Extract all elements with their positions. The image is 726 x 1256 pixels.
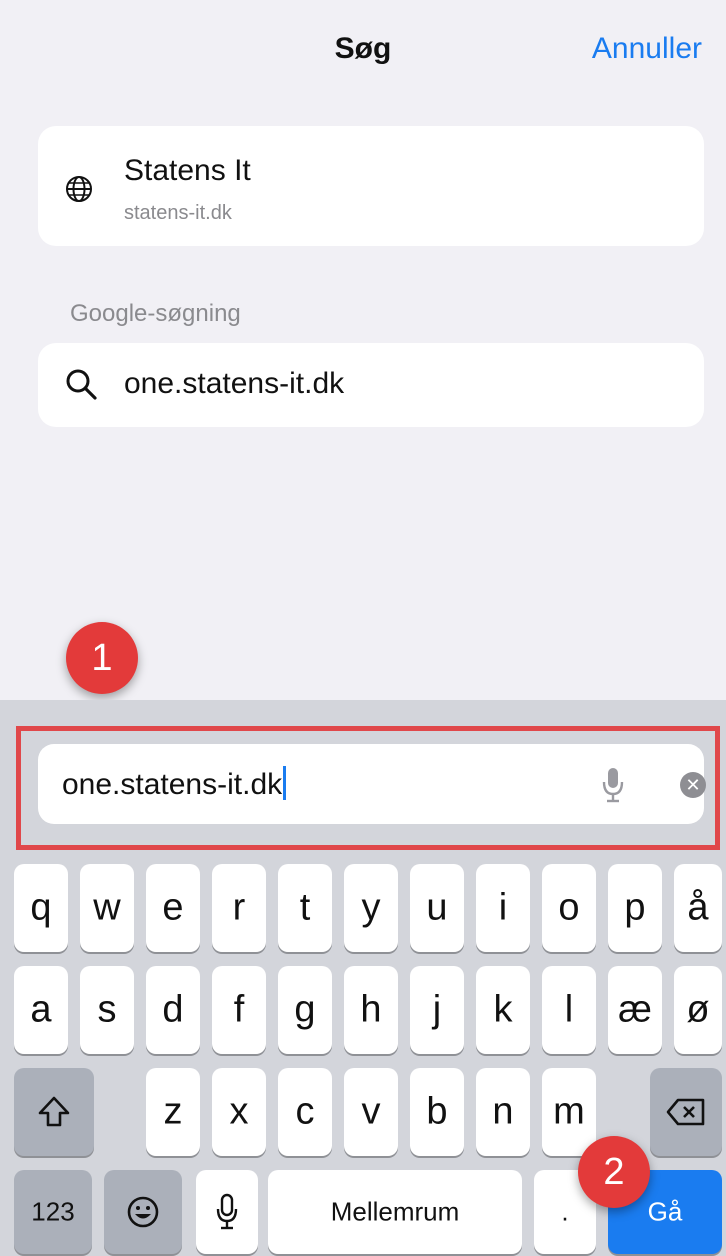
key-ae[interactable]: æ — [608, 966, 662, 1054]
key-u[interactable]: u — [410, 864, 464, 952]
key-o[interactable]: o — [542, 864, 596, 952]
key-n[interactable]: n — [476, 1068, 530, 1156]
header: Søg Annuller — [0, 0, 726, 100]
emoji-icon — [127, 1196, 159, 1228]
key-x[interactable]: x — [212, 1068, 266, 1156]
key-k[interactable]: k — [476, 966, 530, 1054]
key-p[interactable]: p — [608, 864, 662, 952]
globe-icon — [66, 176, 92, 202]
site-name: Statens It — [124, 154, 251, 187]
numbers-key[interactable]: 123 — [14, 1170, 92, 1254]
key-l[interactable]: l — [542, 966, 596, 1054]
key-aa[interactable]: å — [674, 864, 722, 952]
key-q[interactable]: q — [14, 864, 68, 952]
key-c[interactable]: c — [278, 1068, 332, 1156]
key-m[interactable]: m — [542, 1068, 596, 1156]
microphone-icon — [216, 1193, 238, 1230]
backspace-icon — [666, 1098, 705, 1126]
key-v[interactable]: v — [344, 1068, 398, 1156]
cancel-button[interactable]: Annuller — [592, 32, 702, 66]
space-key[interactable]: Mellemrum — [268, 1170, 522, 1254]
dictation-key[interactable] — [196, 1170, 258, 1254]
key-y[interactable]: y — [344, 864, 398, 952]
annotation-badge-1: 1 — [66, 622, 138, 694]
site-url: statens-it.dk — [124, 202, 232, 224]
key-j[interactable]: j — [410, 966, 464, 1054]
search-icon — [66, 369, 97, 400]
key-i[interactable]: i — [476, 864, 530, 952]
backspace-key[interactable] — [650, 1068, 722, 1156]
key-b[interactable]: b — [410, 1068, 464, 1156]
key-e[interactable]: e — [146, 864, 200, 952]
google-section-label: Google-søgning — [70, 300, 241, 327]
shift-key[interactable] — [14, 1068, 94, 1156]
search-query-text: one.statens-it.dk — [124, 367, 345, 400]
key-s[interactable]: s — [80, 966, 134, 1054]
annotation-highlight-box — [16, 726, 720, 850]
key-d[interactable]: d — [146, 966, 200, 1054]
key-f[interactable]: f — [212, 966, 266, 1054]
key-z[interactable]: z — [146, 1068, 200, 1156]
key-a[interactable]: a — [14, 966, 68, 1054]
key-g[interactable]: g — [278, 966, 332, 1054]
google-search-suggestion[interactable]: one.statens-it.dk — [38, 343, 704, 427]
key-r[interactable]: r — [212, 864, 266, 952]
key-oe[interactable]: ø — [674, 966, 722, 1054]
emoji-key[interactable] — [104, 1170, 182, 1254]
site-suggestion[interactable]: Statens It statens-it.dk — [38, 126, 704, 246]
key-t[interactable]: t — [278, 864, 332, 952]
key-w[interactable]: w — [80, 864, 134, 952]
shift-icon — [38, 1096, 70, 1127]
annotation-badge-2: 2 — [578, 1136, 650, 1208]
key-h[interactable]: h — [344, 966, 398, 1054]
